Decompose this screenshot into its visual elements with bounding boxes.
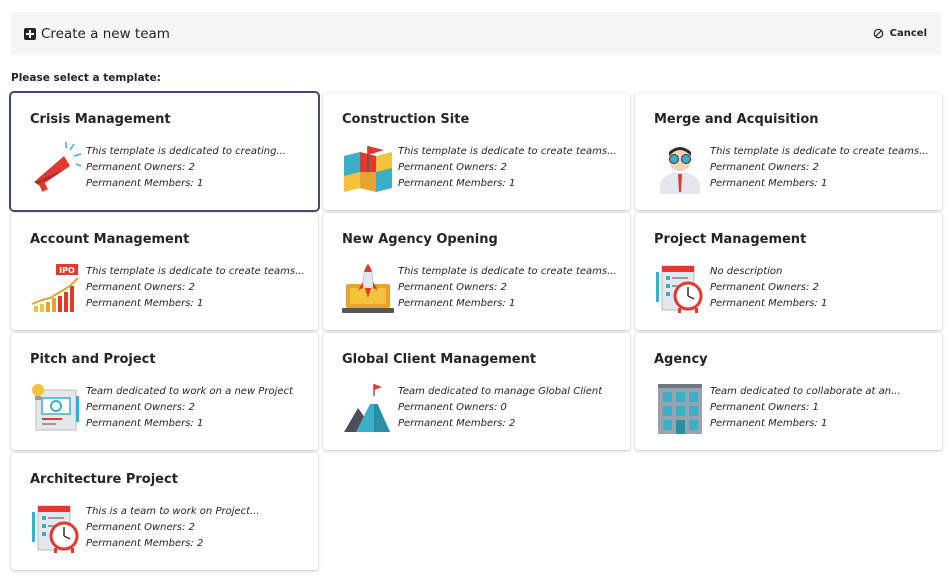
template-owners: Permanent Owners: 2 — [86, 282, 195, 293]
template-description: This is a team to work on Project... — [86, 506, 260, 517]
template-description: This template is dedicate to create team… — [86, 266, 305, 277]
template-title: Merge and Acquisition — [654, 112, 819, 127]
clipboard-clock-icon — [656, 265, 703, 313]
template-owners: Permanent Owners: 2 — [86, 402, 195, 413]
template-description: This template is dedicate to create team… — [398, 146, 617, 157]
template-members: Permanent Members: 1 — [710, 418, 828, 429]
cancel-label: Cancel — [889, 28, 927, 39]
template-members: Permanent Members: 1 — [86, 178, 204, 189]
template-description: This template is dedicate to create team… — [710, 146, 929, 157]
template-title: Crisis Management — [30, 112, 171, 127]
template-description: Team dedicated to work on a new Project — [86, 386, 293, 397]
template-owners: Permanent Owners: 2 — [398, 282, 507, 293]
template-owners: Permanent Owners: 2 — [86, 522, 195, 533]
template-details: This template is dedicate to create team… — [398, 144, 623, 192]
template-title: Pitch and Project — [30, 352, 156, 367]
template-owners: Permanent Owners: 2 — [86, 162, 195, 173]
template-card-account-management[interactable]: Account Management IPO This template is … — [11, 213, 318, 330]
template-members: Permanent Members: 1 — [710, 298, 828, 309]
template-description: No description — [710, 266, 783, 277]
template-card-pitch-and-project[interactable]: Pitch and Project Team dedicated to work… — [11, 333, 318, 450]
template-card-construction-site[interactable]: Construction Site This template is dedic… — [323, 93, 630, 210]
template-details: No description Permanent Owners: 2 Perma… — [710, 264, 935, 312]
template-details: This template is dedicated to creating..… — [86, 144, 311, 192]
template-owners: Permanent Owners: 2 — [398, 162, 507, 173]
template-card-merge-and-acquisition[interactable]: Merge and Acquisition This template is d… — [635, 93, 942, 210]
template-description: Team dedicated to manage Global Client — [398, 386, 603, 397]
template-title: Architecture Project — [30, 472, 178, 487]
template-title: Global Client Management — [342, 352, 537, 367]
template-owners: Permanent Owners: 2 — [710, 282, 819, 293]
template-members: Permanent Members: 1 — [398, 298, 516, 309]
ban-icon — [873, 28, 883, 39]
template-details: This template is dedicate to create team… — [398, 264, 623, 312]
template-card-global-client-management[interactable]: Global Client Management Team dedicated … — [323, 333, 630, 450]
mountain-flag-icon — [344, 384, 390, 432]
office-building-icon — [658, 384, 702, 434]
template-card-agency[interactable]: Agency Team dedicated to collaborate at … — [635, 333, 942, 450]
template-title: Construction Site — [342, 112, 470, 127]
template-details: This is a team to work on Project... Per… — [86, 504, 311, 552]
rocket-laptop-icon — [342, 263, 394, 313]
template-details: Team dedicated to manage Global Client P… — [398, 384, 623, 432]
template-card-architecture-project[interactable]: Architecture Project This is a team to w… — [11, 453, 318, 570]
template-grid: Crisis Management This template is dedic… — [11, 93, 942, 570]
template-details: Team dedicated to collaborate at an... P… — [710, 384, 935, 432]
svg-text:IPO: IPO — [59, 266, 75, 275]
header-bar: Create a new team Cancel — [11, 12, 941, 55]
template-title: Project Management — [654, 232, 807, 247]
template-owners: Permanent Owners: 2 — [710, 162, 819, 173]
template-title: Account Management — [30, 232, 190, 247]
template-members: Permanent Members: 1 — [86, 418, 204, 429]
template-card-new-agency-opening[interactable]: New Agency Opening This template is dedi… — [323, 213, 630, 330]
template-members: Permanent Members: 1 — [710, 178, 828, 189]
template-members: Permanent Members: 1 — [398, 178, 516, 189]
template-prompt: Please select a template: — [11, 72, 161, 84]
template-owners: Permanent Owners: 1 — [710, 402, 819, 413]
template-members: Permanent Members: 2 — [86, 538, 204, 549]
template-details: This template is dedicate to create team… — [86, 264, 311, 312]
template-details: This template is dedicate to create team… — [710, 144, 935, 192]
template-title: Agency — [654, 352, 708, 367]
template-card-project-management[interactable]: Project Management No description Perman… — [635, 213, 942, 330]
template-title: New Agency Opening — [342, 232, 498, 247]
megaphone-icon — [34, 142, 82, 192]
map-flag-icon — [344, 146, 392, 192]
clipboard-clock-icon — [32, 505, 79, 553]
page-title: Create a new team — [41, 25, 170, 42]
template-description: This template is dedicate to create team… — [398, 266, 617, 277]
template-card-crisis-management[interactable]: Crisis Management This template is dedic… — [11, 93, 318, 210]
cancel-button[interactable]: Cancel — [873, 28, 927, 39]
header-title-group: Create a new team — [24, 26, 170, 42]
template-details: Team dedicated to work on a new Project … — [86, 384, 311, 432]
template-description: This template is dedicated to creating..… — [86, 146, 286, 157]
idea-presentation-icon — [32, 384, 79, 431]
template-members: Permanent Members: 1 — [86, 298, 204, 309]
plus-square-icon — [24, 27, 36, 40]
ipo-chart-icon: IPO — [31, 264, 79, 312]
template-members: Permanent Members: 2 — [398, 418, 516, 429]
template-description: Team dedicated to collaborate at an... — [710, 386, 901, 397]
businessman-icon — [660, 147, 700, 194]
template-owners: Permanent Owners: 0 — [398, 402, 507, 413]
